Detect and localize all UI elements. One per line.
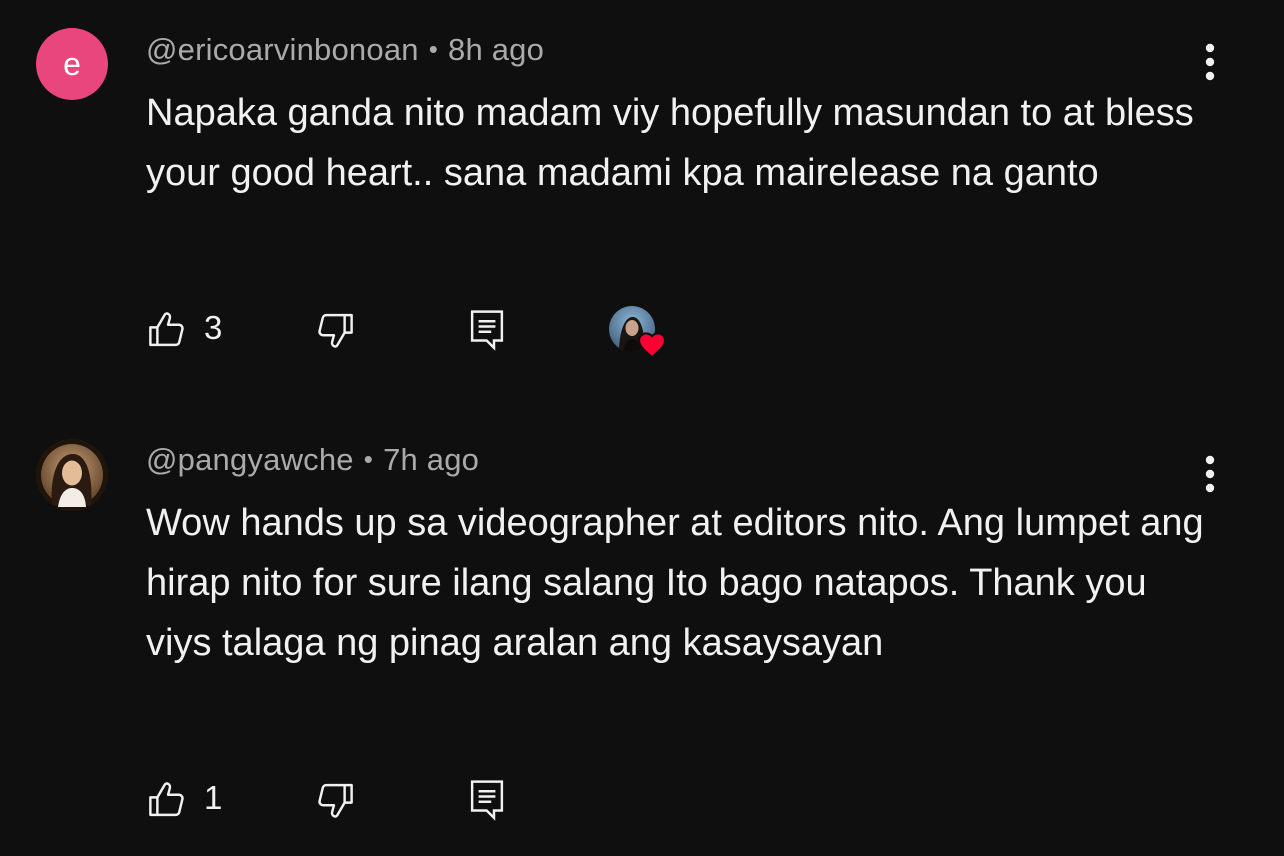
comment-header: @pangyawche • 7h ago	[146, 442, 479, 478]
comment-text: Wow hands up sa videographer at editors …	[146, 502, 1204, 664]
profile-photo	[36, 439, 108, 511]
comment-author[interactable]: @pangyawche	[146, 442, 354, 477]
comment-more-button[interactable]	[1186, 450, 1234, 498]
more-vertical-icon	[1205, 43, 1215, 81]
avatar-initial: e	[63, 45, 81, 82]
creator-hearted-badge[interactable]	[608, 305, 667, 359]
separator-dot: •	[363, 444, 374, 474]
reply-button[interactable]	[466, 305, 508, 355]
comment-action-bar: 1	[146, 775, 746, 825]
separator-dot: •	[428, 34, 439, 64]
commenter-avatar[interactable]	[36, 439, 108, 511]
comment-timestamp[interactable]: 8h ago	[448, 32, 544, 67]
dislike-button[interactable]	[314, 305, 356, 355]
comment-more-button[interactable]	[1186, 38, 1234, 86]
like-button[interactable]: 1	[146, 775, 222, 825]
reply-comment-icon	[470, 780, 504, 821]
thumbs-down-icon	[318, 783, 353, 818]
reply-button[interactable]	[466, 775, 508, 825]
creator-heart-icon	[637, 332, 667, 359]
creator-avatar	[608, 305, 667, 359]
thumbs-down-icon	[318, 313, 353, 348]
dislike-button[interactable]	[314, 775, 356, 825]
comment-action-bar: 3	[146, 305, 746, 359]
commenter-avatar[interactable]: e	[36, 28, 108, 100]
comment-author[interactable]: @ericoarvinbonoan	[146, 32, 419, 67]
reply-comment-icon	[470, 310, 504, 351]
comment-timestamp[interactable]: 7h ago	[383, 442, 479, 477]
comment-thread-item: e @ericoarvinbonoan • 8h ago Napaka ganda …	[0, 0, 1284, 410]
like-count: 3	[204, 309, 223, 346]
like-count: 1	[204, 779, 223, 816]
thumbs-up-icon	[149, 312, 184, 347]
comment-thread-item: @pangyawche • 7h ago Wow hands up sa video…	[0, 410, 1284, 856]
more-vertical-icon	[1205, 455, 1215, 493]
comment-header: @ericoarvinbonoan • 8h ago	[146, 32, 544, 68]
like-button[interactable]: 3	[146, 305, 222, 355]
thumbs-up-icon	[149, 782, 184, 817]
comment-text: Napaka ganda nito madam viy hopefully ma…	[146, 92, 1194, 194]
